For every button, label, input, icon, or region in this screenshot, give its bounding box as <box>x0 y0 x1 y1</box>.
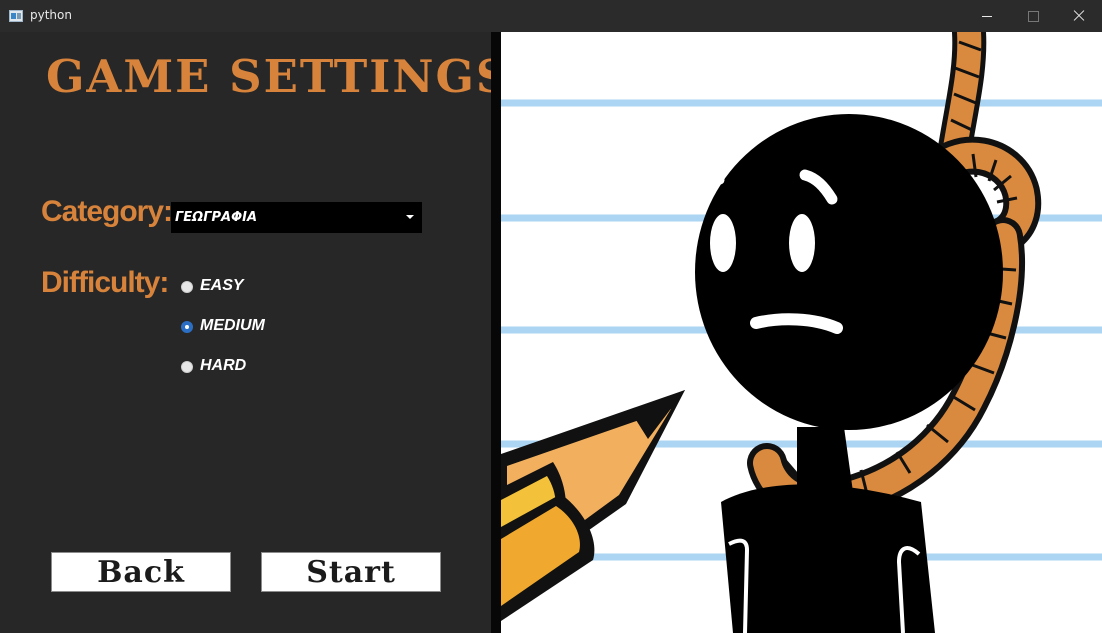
radio-unchecked-icon <box>181 361 193 373</box>
difficulty-label: Difficulty: <box>41 266 169 299</box>
panel-divider <box>491 32 501 633</box>
category-selected-value: ΓΕΩΓΡΑΦΙΑ <box>175 210 258 225</box>
back-button[interactable]: Back <box>51 552 231 592</box>
radio-checked-icon <box>181 321 193 333</box>
close-icon[interactable] <box>1056 0 1102 32</box>
difficulty-easy-label: EASY <box>200 277 244 294</box>
category-select[interactable]: ΓΕΩΓΡΑΦΙΑ <box>171 202 422 233</box>
window-title-bar: python <box>0 0 1102 32</box>
hanging-stickman-image <box>501 32 1102 633</box>
window-title: python <box>30 8 72 22</box>
page-title: GAME SETTINGS <box>46 50 511 103</box>
radio-unchecked-icon <box>181 281 193 293</box>
difficulty-hard-label: HARD <box>200 357 247 374</box>
difficulty-medium-label: MEDIUM <box>200 317 265 334</box>
maximize-icon[interactable] <box>1010 0 1056 32</box>
python-window-icon <box>9 10 23 22</box>
hangman-illustration <box>501 32 1102 633</box>
chevron-down-icon <box>406 215 414 219</box>
start-button[interactable]: Start <box>261 552 441 592</box>
category-label: Category: <box>41 195 173 228</box>
settings-panel: GAME SETTINGS Category: ΓΕΩΓΡΑΦΙΑ Diffic… <box>0 32 511 633</box>
minimize-icon[interactable] <box>964 0 1010 32</box>
